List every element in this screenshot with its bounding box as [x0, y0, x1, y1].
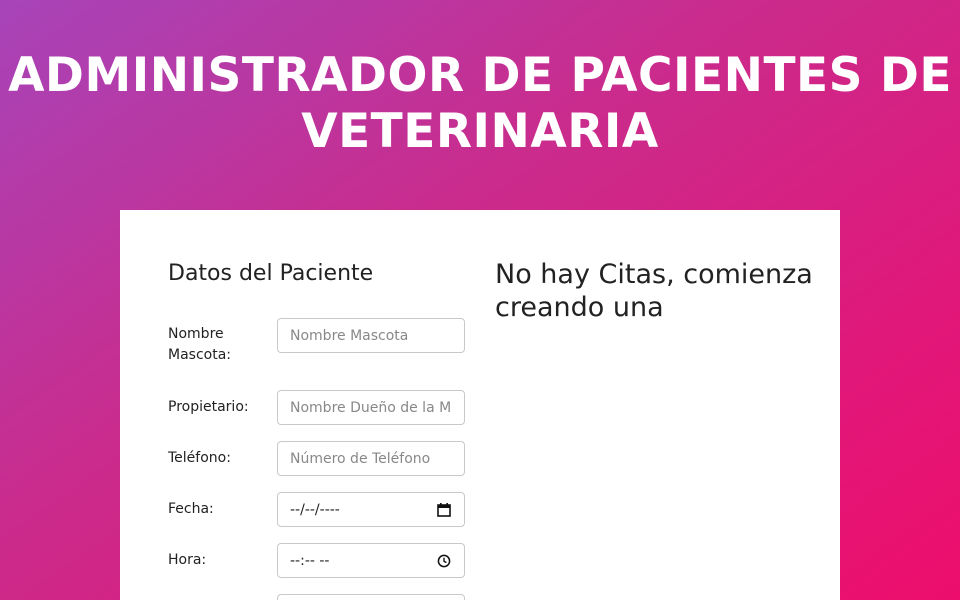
- form-heading: Datos del Paciente: [168, 261, 374, 286]
- main-card: Datos del Paciente Nombre Mascota: Nombr…: [120, 210, 840, 600]
- next-field-input[interactable]: [277, 594, 465, 600]
- pet-name-placeholder: Nombre Mascota: [290, 327, 409, 344]
- phone-label: Teléfono:: [168, 450, 231, 466]
- time-label: Hora:: [168, 552, 207, 568]
- pet-name-label: Nombre Mascota:: [168, 326, 231, 363]
- date-label: Fecha:: [168, 501, 214, 517]
- date-value: --/--/----: [290, 501, 340, 518]
- pet-name-input[interactable]: Nombre Mascota: [277, 318, 465, 353]
- owner-input[interactable]: Nombre Dueño de la Mascota: [277, 390, 465, 425]
- page-title: ADMINISTRADOR DE PACIENTES DE VETERINARI…: [8, 48, 952, 159]
- phone-input[interactable]: Número de Teléfono: [277, 441, 465, 476]
- owner-placeholder: Nombre Dueño de la Mascota: [290, 399, 452, 416]
- calendar-icon[interactable]: [436, 502, 452, 518]
- date-input[interactable]: --/--/----: [277, 492, 465, 527]
- phone-placeholder: Número de Teléfono: [290, 450, 431, 467]
- clock-icon[interactable]: [436, 553, 452, 569]
- empty-appointments-message: No hay Citas, comienza creando una: [495, 259, 813, 323]
- time-input[interactable]: --:-- --: [277, 543, 465, 578]
- time-value: --:-- --: [290, 552, 330, 569]
- owner-label: Propietario:: [168, 399, 249, 415]
